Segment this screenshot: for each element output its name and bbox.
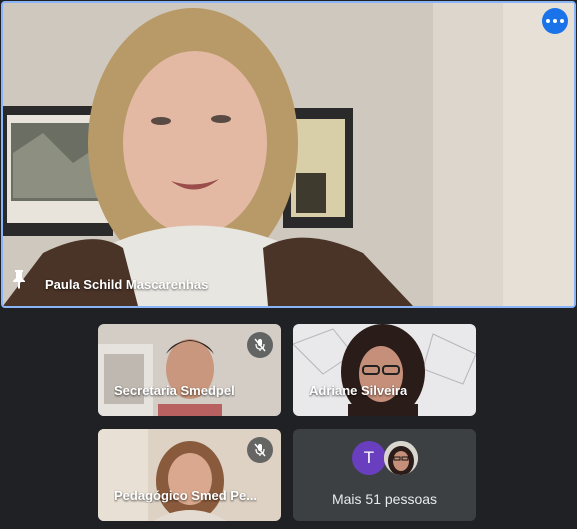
more-dot bbox=[560, 19, 564, 23]
more-dot bbox=[546, 19, 550, 23]
more-participants-tile[interactable]: T Mais 51 pessoas bbox=[293, 429, 476, 521]
mic-off-icon bbox=[247, 332, 273, 358]
participant-tile[interactable]: Secretaria Smedpel bbox=[98, 324, 281, 416]
more-options-button[interactable] bbox=[542, 8, 568, 34]
avatar bbox=[384, 441, 418, 475]
active-speaker-video bbox=[3, 3, 574, 306]
participant-name: Secretaria Smedpel bbox=[114, 383, 235, 398]
pin-icon[interactable] bbox=[12, 269, 26, 294]
participant-tile[interactable]: Pedagógico Smed Pe... bbox=[98, 429, 281, 521]
participant-tile[interactable]: Adriane Silveira bbox=[293, 324, 476, 416]
more-dot bbox=[553, 19, 557, 23]
participant-video bbox=[293, 324, 476, 416]
mic-off-icon bbox=[247, 437, 273, 463]
participant-name: Adriane Silveira bbox=[309, 383, 408, 398]
participant-name: Pedagógico Smed Pe... bbox=[114, 488, 258, 503]
active-speaker-name: Paula Schild Mascarenhas bbox=[45, 277, 209, 292]
avatar: T bbox=[352, 441, 386, 475]
active-speaker-tile[interactable]: Paula Schild Mascarenhas bbox=[1, 1, 576, 308]
more-participants-label: Mais 51 pessoas bbox=[331, 491, 438, 507]
